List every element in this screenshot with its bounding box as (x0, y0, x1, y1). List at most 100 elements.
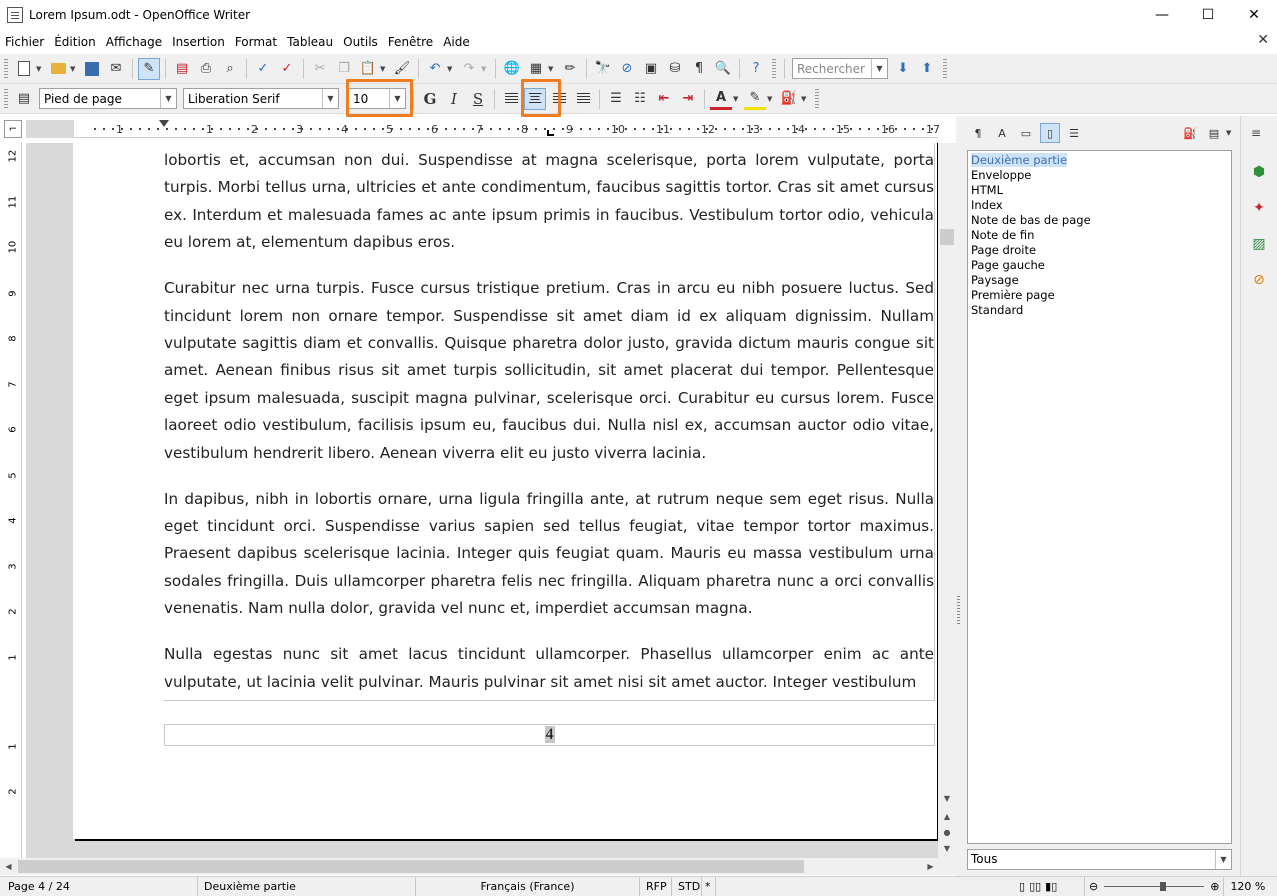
multi-page-view-icon[interactable]: ▯▯ (1029, 877, 1041, 896)
scroll-down-icon[interactable]: ▼ (938, 791, 956, 806)
paragraph[interactable]: lobortis et, accumsan non dui. Suspendis… (164, 147, 934, 257)
sidebar-menu-icon[interactable]: ≡ (1251, 126, 1261, 140)
styles-formatting-icon[interactable]: ▤ (13, 88, 35, 110)
data-sources-icon[interactable]: ⛁ (664, 58, 686, 80)
vertical-scrollbar[interactable]: ▼ ▲ ● ▼ (938, 143, 956, 858)
paragraph-style-dropdown-icon[interactable]: ▼ (160, 89, 176, 108)
zoom-knob[interactable] (1160, 882, 1167, 891)
vertical-ruler[interactable]: 12 11 10 9 8 7 6 5 4 3 2 1 1 2 (4, 143, 22, 858)
gallery-icon[interactable]: ▣ (640, 58, 662, 80)
copy-icon[interactable]: ❐ (333, 58, 355, 80)
new-style-icon[interactable]: ▤ (1204, 123, 1224, 143)
minimize-button[interactable]: — (1139, 0, 1185, 30)
single-page-view-icon[interactable]: ▯ (1019, 877, 1025, 896)
background-color-icon[interactable]: ⛽ (778, 88, 800, 110)
new-document-icon[interactable] (13, 58, 35, 80)
open-dropdown-icon[interactable]: ▼ (70, 65, 78, 73)
style-item[interactable]: Index (970, 198, 1229, 213)
style-item[interactable]: Note de bas de page (970, 213, 1229, 228)
vertical-scroll-thumb[interactable] (940, 229, 954, 245)
center-tab-stop[interactable] (547, 130, 554, 136)
modified-indicator[interactable]: * (702, 876, 716, 896)
menu-fichier[interactable]: Fichier (0, 35, 49, 49)
style-item[interactable]: Deuxième partie (970, 153, 1229, 168)
find-previous-icon[interactable]: ⬆ (916, 58, 938, 80)
insert-mode-status[interactable]: RFP (640, 876, 672, 896)
auto-spellcheck-icon[interactable]: ✓ (276, 58, 298, 80)
navigation-icon[interactable]: ● (938, 825, 956, 840)
search-dropdown-icon[interactable]: ▼ (871, 59, 887, 78)
next-page-icon[interactable]: ▼ (938, 841, 956, 856)
numbering-icon[interactable]: ☰ (605, 88, 627, 110)
justify-icon[interactable] (572, 88, 594, 110)
table-icon[interactable]: ▦ (525, 58, 547, 80)
table-dropdown-icon[interactable]: ▼ (548, 65, 556, 73)
menu-aide[interactable]: Aide (438, 35, 475, 49)
style-filter-select[interactable]: Tous ▼ (967, 849, 1232, 870)
decrease-indent-icon[interactable]: ⇤ (653, 88, 675, 110)
undo-dropdown-icon[interactable]: ▼ (447, 65, 455, 73)
zoom-slider[interactable]: ⊖ ⊕ (1085, 877, 1223, 896)
style-item[interactable]: Page droite (970, 243, 1229, 258)
edit-mode-icon[interactable]: ✎ (138, 57, 160, 80)
horizontal-scrollbar[interactable]: ◀ ▶ (0, 858, 956, 875)
paragraph-style-select[interactable]: Pied de page ▼ (39, 88, 177, 109)
align-right-icon[interactable] (548, 88, 570, 110)
page-count[interactable]: Page 4 / 24 (0, 876, 198, 896)
export-pdf-icon[interactable]: ▤ (171, 58, 193, 80)
text-body[interactable]: lobortis et, accumsan non dui. Suspendis… (164, 143, 935, 701)
navigator-tab-icon[interactable]: ⊘ (1247, 268, 1271, 292)
font-color-icon[interactable]: A (710, 88, 732, 110)
font-name-select[interactable]: Liberation Serif ▼ (183, 88, 339, 109)
search-toolbar-grip[interactable] (943, 58, 947, 79)
paragraph[interactable]: In dapibus, nibh in lobortis ornare, urn… (164, 486, 934, 623)
align-left-icon[interactable] (500, 88, 522, 110)
menu-affichage[interactable]: Affichage (101, 35, 167, 49)
book-view-icon[interactable]: ▮▯ (1045, 877, 1057, 896)
tab-type-selector[interactable]: ⌐ (4, 120, 22, 138)
page[interactable]: lobortis et, accumsan non dui. Suspendis… (73, 143, 938, 839)
menu-tableau[interactable]: Tableau (282, 35, 338, 49)
horizontal-ruler[interactable]: 1 1 2 3 4 5 6 7 8 9 10 11 12 13 14 15 16… (74, 120, 940, 138)
character-styles-icon[interactable]: A (992, 123, 1012, 143)
redo-dropdown-icon[interactable]: ▼ (481, 65, 489, 73)
style-item[interactable]: Note de fin (970, 228, 1229, 243)
print-preview-icon[interactable]: ⌕ (219, 58, 241, 80)
language-status[interactable]: Français (France) (416, 876, 640, 896)
increase-indent-icon[interactable]: ⇥ (677, 88, 699, 110)
toolbar-end-grip[interactable] (815, 88, 819, 109)
toolbar-grip[interactable] (4, 58, 8, 79)
scroll-left-icon[interactable]: ◀ (0, 858, 17, 875)
navigator-icon[interactable]: ⊘ (616, 58, 638, 80)
zoom-level[interactable]: 120 % (1223, 876, 1271, 896)
help-icon[interactable]: ? (745, 58, 767, 80)
zoom-in-icon[interactable]: ⊕ (1210, 880, 1219, 893)
gallery-tab-icon[interactable]: ▨ (1247, 232, 1271, 256)
zoom-out-icon[interactable]: ⊖ (1089, 880, 1098, 893)
selection-mode-status[interactable]: STD (672, 876, 702, 896)
styles-formatting-tab-icon[interactable]: ✦ (1247, 196, 1271, 220)
bold-button[interactable]: G (419, 88, 441, 110)
style-item[interactable]: Enveloppe (970, 168, 1229, 183)
paragraph[interactable]: Curabitur nec urna turpis. Fusce cursus … (164, 275, 934, 467)
close-button[interactable]: ✕ (1231, 0, 1277, 30)
italic-button[interactable]: I (443, 88, 465, 110)
maximize-button[interactable]: ☐ (1185, 0, 1231, 30)
redo-icon[interactable]: ↷ (458, 58, 480, 80)
background-color-dropdown-icon[interactable]: ▼ (801, 95, 809, 103)
horizontal-scroll-thumb[interactable] (18, 860, 804, 873)
menu-edition[interactable]: Édition (49, 35, 101, 49)
page-style-status[interactable]: Deuxième partie (198, 876, 416, 896)
paragraph[interactable]: Nulla egestas nunc sit amet lacus tincid… (164, 641, 934, 696)
frame-styles-icon[interactable]: ▭ (1016, 123, 1036, 143)
cut-icon[interactable]: ✂ (309, 58, 331, 80)
zoom-icon[interactable]: 🔍 (712, 58, 734, 80)
paste-icon[interactable]: 📋 (357, 58, 379, 80)
new-dropdown-icon[interactable]: ▼ (36, 65, 44, 73)
new-style-dropdown-icon[interactable]: ▼ (1226, 129, 1234, 137)
properties-icon[interactable]: ⬢ (1247, 160, 1271, 184)
find-replace-icon[interactable]: 🔭 (592, 58, 614, 80)
email-icon[interactable]: ✉ (105, 58, 127, 80)
highlighting-dropdown-icon[interactable]: ▼ (767, 95, 775, 103)
font-size-select[interactable]: 10 ▼ (348, 88, 406, 109)
